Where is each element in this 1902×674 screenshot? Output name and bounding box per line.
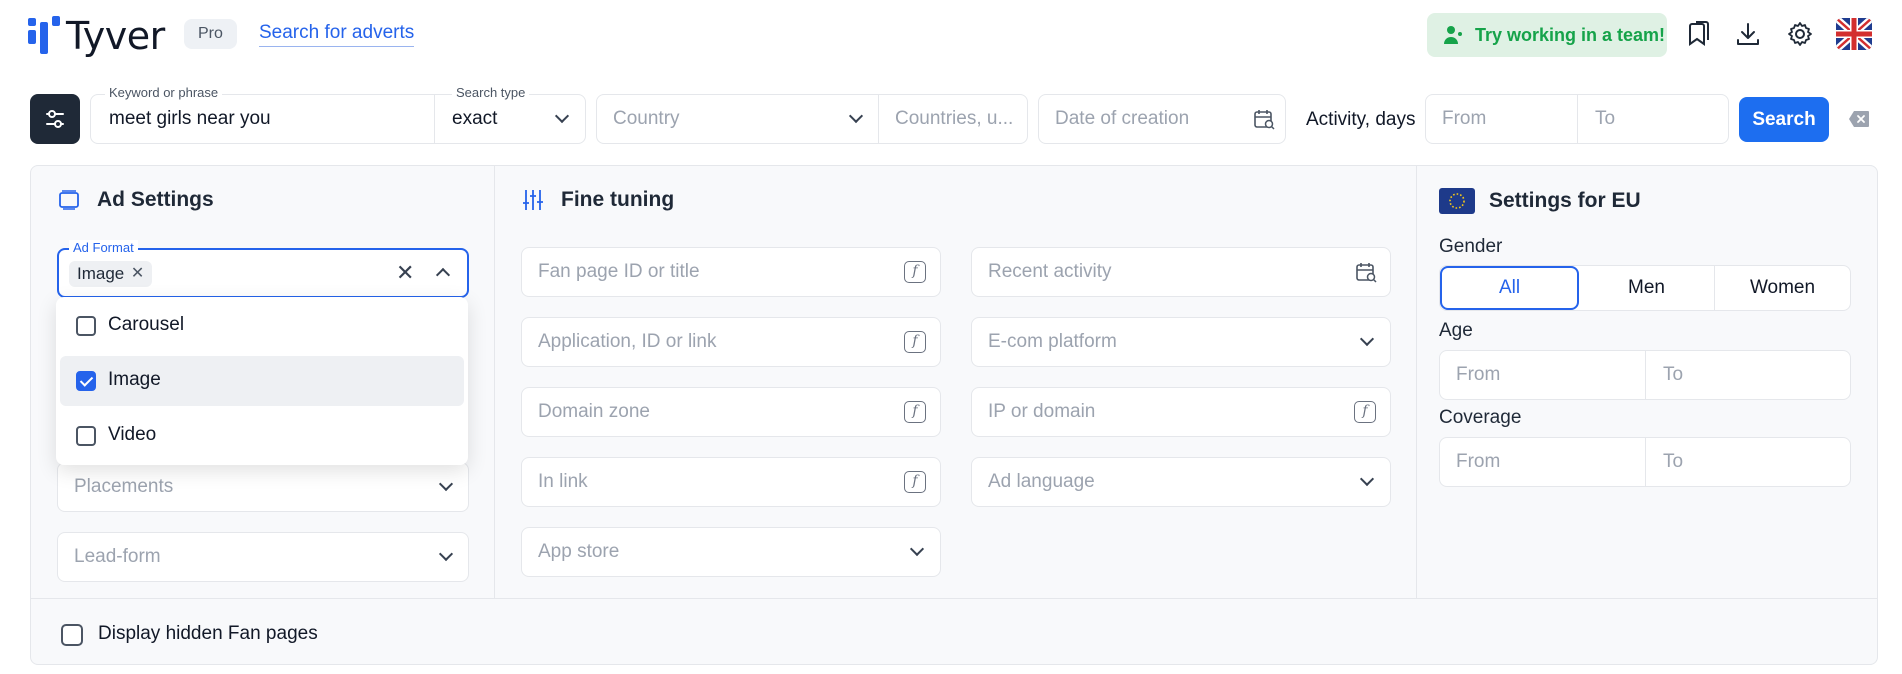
chevron-down-icon[interactable] bbox=[438, 546, 454, 562]
chevron-down-icon[interactable] bbox=[438, 476, 454, 492]
ecom-platform-select[interactable]: E-com platform bbox=[971, 317, 1391, 367]
keyword-label: Keyword or phrase bbox=[105, 85, 223, 100]
fine-tuning-title: Fine tuning bbox=[521, 188, 674, 212]
recent-activity-input[interactable]: Recent activity bbox=[971, 247, 1391, 297]
chevron-down-icon[interactable] bbox=[1359, 471, 1375, 487]
logo[interactable]: Tyver bbox=[28, 14, 165, 58]
try-team-button[interactable]: Try working in a team! bbox=[1427, 13, 1667, 57]
ad-language-select[interactable]: Ad language bbox=[971, 457, 1391, 507]
checkbox[interactable] bbox=[76, 316, 96, 336]
ad-format-label: Ad Format bbox=[69, 240, 138, 255]
eu-flag-icon bbox=[1439, 188, 1475, 214]
option-image[interactable]: Image bbox=[60, 356, 464, 406]
tuning-sliders-icon bbox=[521, 188, 545, 212]
chevron-down-icon[interactable] bbox=[848, 108, 864, 124]
coverage-to-input[interactable]: To bbox=[1663, 451, 1683, 473]
logo-icon bbox=[28, 16, 60, 56]
gender-all-option[interactable]: All bbox=[1440, 266, 1579, 310]
pro-badge: Pro bbox=[184, 19, 237, 49]
search-type-select[interactable]: exact bbox=[452, 108, 497, 130]
gender-label: Gender bbox=[1439, 236, 1503, 257]
chevron-up-icon[interactable] bbox=[435, 267, 451, 283]
function-icon[interactable]: f bbox=[904, 331, 926, 353]
age-range: From To bbox=[1439, 350, 1851, 400]
in-link-input[interactable]: In link f bbox=[521, 457, 941, 507]
ad-format-dropdown: Carousel Image Video bbox=[56, 297, 468, 465]
domain-zone-input[interactable]: Domain zone f bbox=[521, 387, 941, 437]
option-video[interactable]: Video bbox=[60, 411, 464, 461]
checkbox-checked[interactable] bbox=[76, 371, 96, 391]
function-icon[interactable]: f bbox=[904, 471, 926, 493]
age-from-input[interactable]: From bbox=[1456, 364, 1500, 386]
chevron-down-icon[interactable] bbox=[909, 541, 925, 557]
hidden-fanpages-checkbox[interactable] bbox=[61, 624, 83, 646]
search-button[interactable]: Search bbox=[1739, 97, 1829, 142]
top-header: Tyver Pro Search for adverts Try working… bbox=[0, 0, 1902, 70]
gender-men-option[interactable]: Men bbox=[1579, 266, 1715, 310]
calendar-icon bbox=[1356, 263, 1377, 283]
application-input[interactable]: Application, ID or link f bbox=[521, 317, 941, 367]
ad-format-select[interactable]: Ad Format Image ✕ ✕ bbox=[57, 240, 469, 298]
clear-selection-icon[interactable]: ✕ bbox=[396, 262, 414, 284]
date-of-creation-field[interactable]: Date of creation bbox=[1038, 94, 1286, 144]
age-label: Age bbox=[1439, 320, 1473, 341]
download-icon[interactable] bbox=[1733, 19, 1763, 49]
ad-format-chip: Image ✕ bbox=[69, 261, 153, 287]
checkbox[interactable] bbox=[76, 426, 96, 446]
country-select[interactable]: Country bbox=[613, 108, 680, 130]
age-to-input[interactable]: To bbox=[1663, 364, 1683, 386]
countries-input[interactable]: Countries, u... bbox=[895, 108, 1013, 130]
calendar-icon bbox=[1254, 110, 1275, 130]
function-icon[interactable]: f bbox=[904, 401, 926, 423]
date-of-creation-input[interactable]: Date of creation bbox=[1055, 108, 1189, 130]
eu-settings-title: Settings for EU bbox=[1439, 188, 1641, 214]
coverage-range: From To bbox=[1439, 437, 1851, 487]
app-store-select[interactable]: App store bbox=[521, 527, 941, 577]
gear-icon[interactable] bbox=[1785, 19, 1815, 49]
keyword-input[interactable]: meet girls near you bbox=[109, 108, 271, 130]
function-icon[interactable]: f bbox=[904, 261, 926, 283]
gender-segmented-control: All Men Women bbox=[1439, 265, 1851, 311]
option-carousel[interactable]: Carousel bbox=[60, 301, 464, 351]
search-type-label: Search type bbox=[452, 85, 530, 100]
chevron-down-icon[interactable] bbox=[1359, 331, 1375, 347]
activity-from-input[interactable]: From bbox=[1442, 108, 1486, 130]
activity-days-label: Activity, days bbox=[1306, 109, 1416, 130]
ip-domain-input[interactable]: IP or domain f bbox=[971, 387, 1391, 437]
search-adverts-link[interactable]: Search for adverts bbox=[259, 22, 415, 47]
activity-range: From To bbox=[1425, 94, 1729, 144]
coverage-from-input[interactable]: From bbox=[1456, 451, 1500, 473]
bookmarks-icon[interactable] bbox=[1683, 19, 1713, 49]
language-flag-uk-icon[interactable] bbox=[1836, 18, 1872, 50]
try-team-label: Try working in a team! bbox=[1475, 24, 1666, 45]
keyword-search-group: Keyword or phrase meet girls near you Se… bbox=[90, 85, 586, 144]
filters-toggle-button[interactable] bbox=[30, 94, 80, 144]
activity-to-input[interactable]: To bbox=[1595, 108, 1615, 130]
sliders-icon bbox=[46, 110, 64, 128]
hidden-fanpages-label: Display hidden Fan pages bbox=[98, 623, 318, 644]
chip-remove-icon[interactable]: ✕ bbox=[131, 261, 144, 287]
placements-select[interactable]: Placements bbox=[57, 462, 469, 512]
function-icon[interactable]: f bbox=[1354, 401, 1376, 423]
country-group: Country Countries, u... bbox=[596, 94, 1028, 144]
leadform-select[interactable]: Lead-form bbox=[57, 532, 469, 582]
ad-settings-title: Ad Settings bbox=[57, 188, 214, 212]
team-user-icon bbox=[1441, 23, 1465, 47]
coverage-label: Coverage bbox=[1439, 407, 1522, 428]
chevron-down-icon[interactable] bbox=[554, 108, 570, 124]
clear-filters-icon[interactable] bbox=[1848, 110, 1870, 128]
monitor-icon bbox=[57, 188, 81, 212]
logo-text: Tyver bbox=[66, 14, 165, 58]
fanpage-input[interactable]: Fan page ID or title f bbox=[521, 247, 941, 297]
gender-women-option[interactable]: Women bbox=[1715, 266, 1850, 310]
